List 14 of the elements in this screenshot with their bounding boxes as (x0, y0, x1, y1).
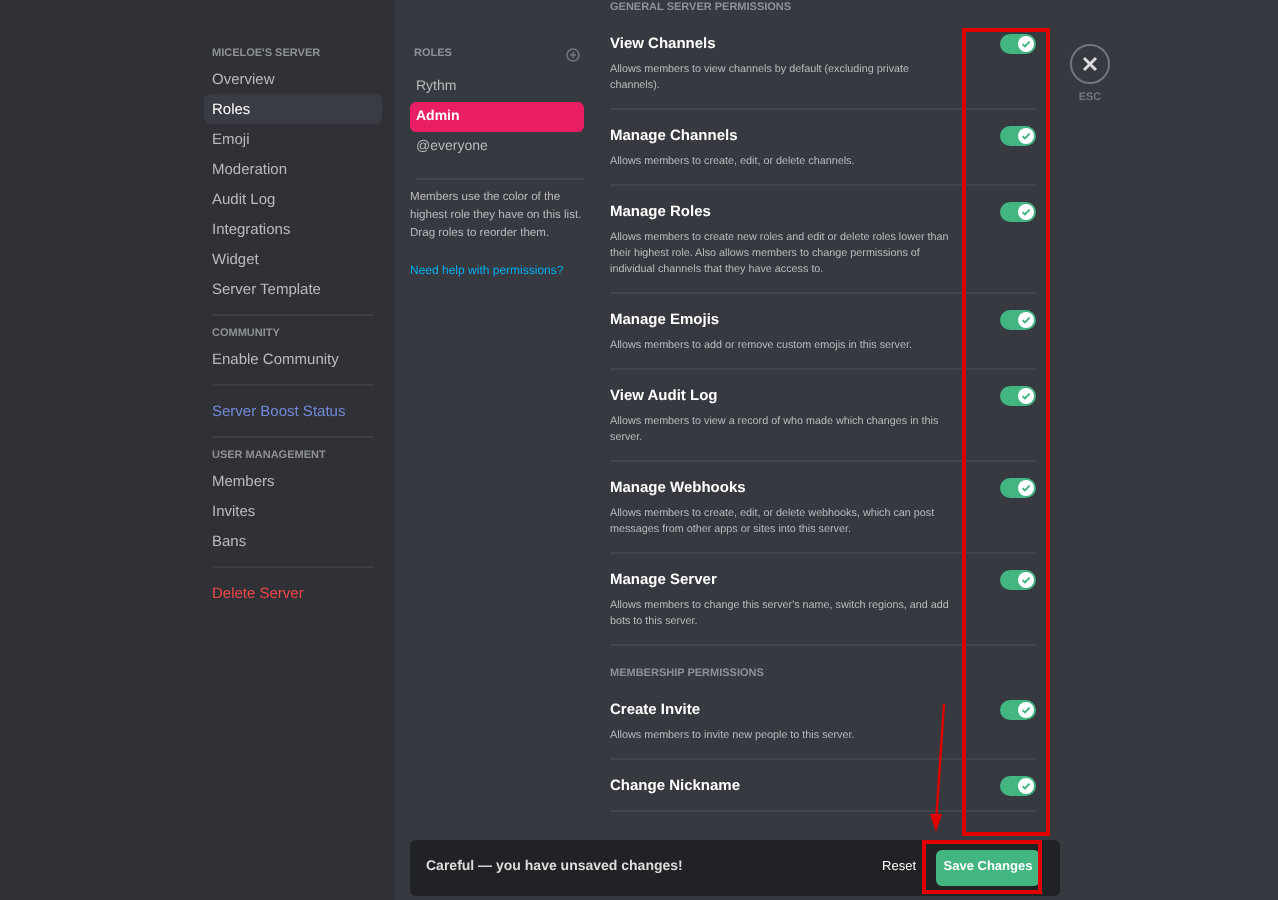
toggle-switch[interactable] (1000, 478, 1036, 498)
toggle-switch[interactable] (1000, 386, 1036, 406)
close-button[interactable] (1070, 44, 1110, 84)
close-icon (1082, 56, 1098, 72)
toggle-switch[interactable] (1000, 700, 1036, 720)
toggle-switch[interactable] (1000, 126, 1036, 146)
annotation-arrow (926, 702, 950, 834)
toggle-switch[interactable] (1000, 202, 1036, 222)
toggle-switch[interactable] (1000, 570, 1036, 590)
add-role-icon[interactable] (566, 48, 580, 62)
toggle-switch[interactable] (1000, 310, 1036, 330)
annotation-box (922, 840, 1042, 894)
toggle-switch[interactable] (1000, 34, 1036, 54)
toggle-switch[interactable] (1000, 776, 1036, 796)
